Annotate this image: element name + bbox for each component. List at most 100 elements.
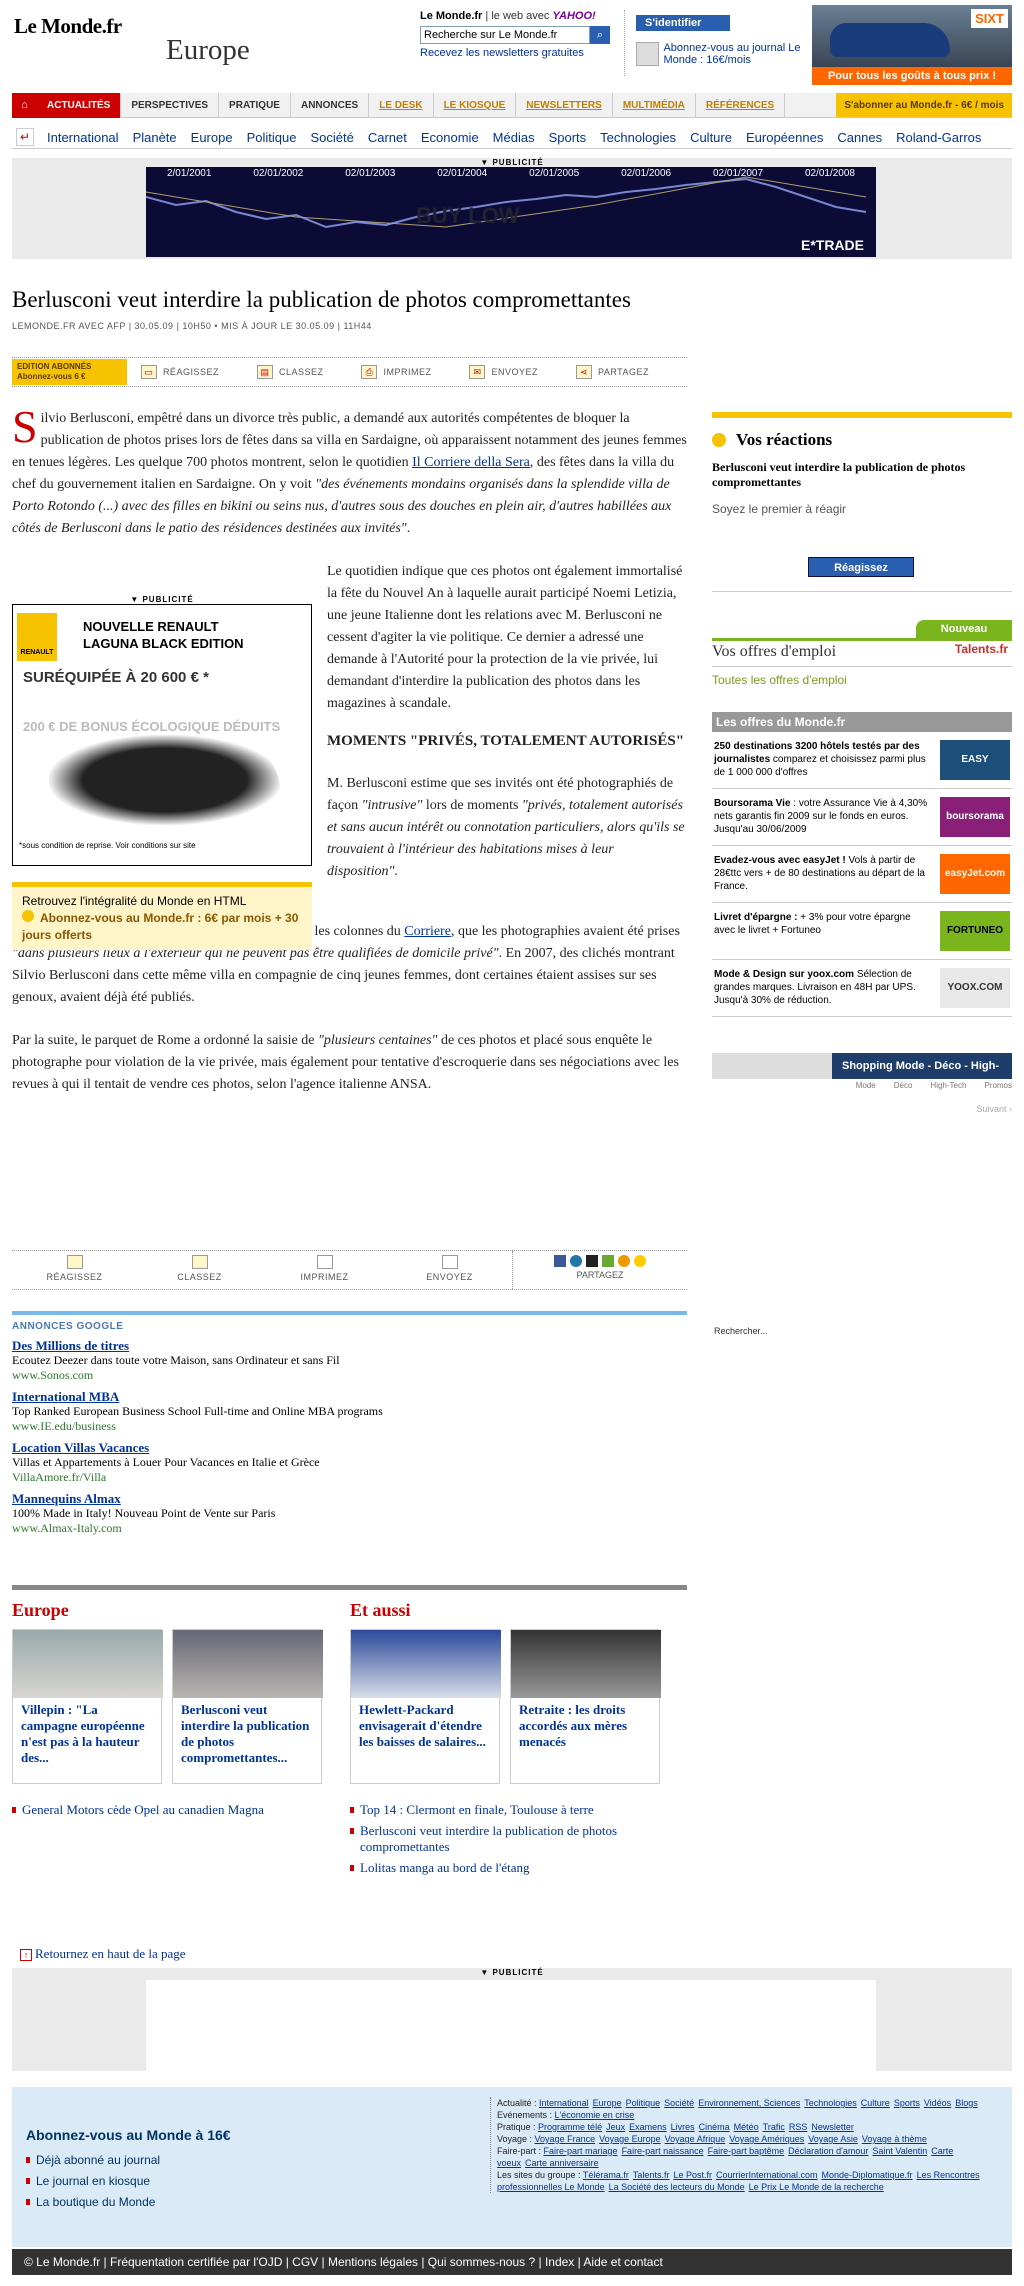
sitemap-link[interactable]: Météo bbox=[734, 2122, 759, 2132]
subnav-societe[interactable]: Société bbox=[310, 130, 353, 145]
search-button[interactable]: ⌕ bbox=[590, 26, 610, 44]
subscribe-box-line2[interactable]: Abonnez-vous au Monde.fr : 6€ par mois +… bbox=[22, 911, 298, 942]
sitemap-link[interactable]: Faire-part mariage bbox=[544, 2146, 618, 2156]
sitemap-link[interactable]: Cinéma bbox=[699, 2122, 730, 2132]
sitemap-link[interactable]: Blogs bbox=[955, 2098, 978, 2108]
related-link[interactable]: General Motors cède Opel au canadien Mag… bbox=[12, 1802, 342, 1818]
offer-logo[interactable]: boursorama banque bbox=[940, 797, 1010, 862]
related-link[interactable]: Top 14 : Clermont en finale, Toulouse à … bbox=[350, 1802, 680, 1818]
ad-url[interactable]: VillaAmore.fr/Villa bbox=[12, 1470, 687, 1485]
subnav-carnet[interactable]: Carnet bbox=[368, 130, 407, 145]
sitemap-link[interactable]: Carte anniversaire bbox=[525, 2158, 599, 2168]
tab-references[interactable]: RÉFÉRENCES bbox=[696, 93, 786, 118]
subnav-economie[interactable]: Economie bbox=[421, 130, 479, 145]
news-card[interactable]: Retraite : les droits accordés aux mères… bbox=[510, 1629, 661, 1784]
react-tool[interactable]: RÉAGISSEZ bbox=[12, 1251, 137, 1289]
tab-annonces[interactable]: ANNONCES bbox=[291, 93, 370, 118]
sitemap-link[interactable]: Programme télé bbox=[538, 2122, 602, 2132]
tab-le-desk[interactable]: LE DESK bbox=[369, 93, 434, 118]
tab-multimedia[interactable]: MULTIMÉDIA bbox=[613, 93, 696, 118]
offer-bold[interactable]: Mode & Design sur yoox.com bbox=[714, 969, 854, 980]
ad-url[interactable]: www.Almax-Italy.com bbox=[12, 1521, 687, 1536]
ad-title[interactable]: Des Millions de titres bbox=[12, 1338, 687, 1353]
save-tool[interactable]: CLASSEZ bbox=[137, 1251, 262, 1289]
footer-link[interactable]: La boutique du Monde bbox=[26, 2195, 306, 2209]
sitemap-link[interactable]: Talents.fr bbox=[633, 2170, 670, 2180]
sitemap-link[interactable]: Culture bbox=[861, 2098, 890, 2108]
shop-next-link[interactable]: Suivant › bbox=[712, 1104, 1012, 1114]
card-caption[interactable]: Berlusconi veut interdire la publication… bbox=[173, 1698, 321, 1770]
card-caption[interactable]: Retraite : les droits accordés aux mères… bbox=[511, 1698, 659, 1754]
sitemap-link[interactable]: Saint Valentin bbox=[872, 2146, 927, 2156]
offer-bold[interactable]: Livret d'épargne : bbox=[714, 912, 798, 923]
sitemap-link[interactable]: International bbox=[539, 2098, 589, 2108]
sitemap-link[interactable]: Environnement, Sciences bbox=[698, 2098, 800, 2108]
sitemap-link[interactable]: Trafic bbox=[763, 2122, 785, 2132]
print-tool[interactable]: IMPRIMEZ bbox=[262, 1251, 387, 1289]
sitemap-link[interactable]: Télérama.fr bbox=[583, 2170, 629, 2180]
sitemap-link[interactable]: Jeux bbox=[606, 2122, 625, 2132]
news-card[interactable]: Hewlett-Packard envisagerait d'étendre l… bbox=[350, 1629, 501, 1784]
rss-icon[interactable] bbox=[618, 1255, 630, 1267]
jobs-link[interactable]: Toutes les offres d'emploi bbox=[712, 666, 1012, 687]
footer-bar[interactable]: © Le Monde.fr | Fréquentation certifiée … bbox=[12, 2249, 1012, 2275]
google-ad[interactable]: International MBA Top Ranked European Bus… bbox=[12, 1389, 687, 1434]
tab-actualites[interactable]: ACTUALITÉS bbox=[37, 93, 122, 118]
more-icon[interactable] bbox=[634, 1255, 646, 1267]
footer-subscribe-title[interactable]: Abonnez-vous au Monde à 16€ bbox=[26, 2127, 306, 2143]
digg-icon[interactable] bbox=[602, 1255, 614, 1267]
subnav-cannes[interactable]: Cannes bbox=[837, 130, 882, 145]
shopping-banner[interactable]: Shopping Mode - Déco - High-tech bbox=[712, 1053, 1012, 1098]
offer-item[interactable]: Evadez-vous avec easyJet ! Vols à partir… bbox=[712, 846, 1012, 903]
shop-tab[interactable]: Mode bbox=[856, 1081, 876, 1090]
search-input[interactable] bbox=[420, 26, 590, 44]
home-icon[interactable]: ⌂ bbox=[12, 93, 37, 118]
google-ad[interactable]: Location Villas Vacances Villas et Appart… bbox=[12, 1440, 687, 1485]
tab-perspectives[interactable]: PERSPECTIVES bbox=[121, 93, 220, 118]
subnav-international[interactable]: International bbox=[47, 130, 119, 145]
subnav-medias[interactable]: Médias bbox=[493, 130, 535, 145]
sitemap-link[interactable]: Vidéos bbox=[924, 2098, 951, 2108]
related-link[interactable]: Berlusconi veut interdire la publication… bbox=[350, 1823, 680, 1855]
sitemap-link[interactable]: Faire-part baptême bbox=[708, 2146, 785, 2156]
ad-title[interactable]: International MBA bbox=[12, 1389, 687, 1404]
delicious-icon[interactable] bbox=[586, 1255, 598, 1267]
subscribe-nav-button[interactable]: S'abonner au Monde.fr - 6€ / mois bbox=[836, 93, 1012, 117]
card-caption[interactable]: Villepin : "La campagne européenne n'est… bbox=[13, 1698, 161, 1770]
corriere-link[interactable]: Il Corriere della Sera bbox=[412, 455, 530, 470]
subnav-planete[interactable]: Planète bbox=[133, 130, 177, 145]
etrade-banner[interactable]: 2/01/2001 02/01/2002 02/01/2003 02/01/20… bbox=[146, 167, 876, 257]
subnav-europe[interactable]: Europe bbox=[191, 130, 233, 145]
search-scope-site[interactable]: Le Monde.fr bbox=[420, 10, 482, 22]
talents-logo[interactable]: Talents.fr bbox=[955, 642, 1008, 656]
sitemap-link[interactable]: Newsletter bbox=[811, 2122, 854, 2132]
star-icon[interactable] bbox=[570, 1255, 582, 1267]
sitemap-link[interactable]: Faire-part naissance bbox=[622, 2146, 704, 2156]
news-card[interactable]: Villepin : "La campagne européenne n'est… bbox=[12, 1629, 163, 1784]
footer-link[interactable]: Déjà abonné au journal bbox=[26, 2153, 306, 2167]
sitemap-link[interactable]: Voyage Europe bbox=[599, 2134, 661, 2144]
search-stub[interactable]: Rechercher... bbox=[714, 1326, 768, 1336]
sitemap-link[interactable]: Voyage Afrique bbox=[665, 2134, 726, 2144]
renault-ad[interactable]: RENAULT NOUVELLE RENAULT LAGUNA BLACK ED… bbox=[12, 604, 312, 866]
sitemap-link[interactable]: Voyage Amériques bbox=[729, 2134, 804, 2144]
sitemap-link[interactable]: Technologies bbox=[804, 2098, 857, 2108]
subnav-sports[interactable]: Sports bbox=[549, 130, 587, 145]
facebook-icon[interactable] bbox=[554, 1255, 566, 1267]
sitemap-link[interactable]: Europe bbox=[593, 2098, 622, 2108]
offer-item[interactable]: Boursorama Vie : votre Assurance Vie à 4… bbox=[712, 789, 1012, 862]
sitemap-link[interactable]: CourrierInternational.com bbox=[716, 2170, 818, 2180]
offer-logo[interactable]: YOOX.COM bbox=[940, 968, 1010, 1008]
site-logo[interactable]: Le Monde.fr bbox=[14, 14, 122, 39]
sitemap-link[interactable]: Voyage Asie bbox=[808, 2134, 858, 2144]
print-tool[interactable]: ⎙ IMPRIMEZ bbox=[361, 365, 431, 379]
sitemap-link[interactable]: Monde-Diplomatique.fr bbox=[822, 2170, 913, 2180]
ad-title[interactable]: Mannequins Almax bbox=[12, 1491, 687, 1506]
sitemap-link[interactable]: Le Prix Le Monde de la recherche bbox=[749, 2182, 884, 2192]
email-tool[interactable]: ✉ ENVOYEZ bbox=[469, 365, 538, 379]
sitemap-link[interactable]: L'économie en crise bbox=[555, 2110, 635, 2120]
sitemap-link[interactable]: Politique bbox=[626, 2098, 661, 2108]
journal-subscribe-text[interactable]: Abonnez-vous au journal Le Monde : 16€/m… bbox=[663, 42, 816, 66]
sitemap-link[interactable]: Voyage à thème bbox=[862, 2134, 927, 2144]
sitemap-link[interactable]: La Société des lecteurs du Monde bbox=[609, 2182, 745, 2192]
